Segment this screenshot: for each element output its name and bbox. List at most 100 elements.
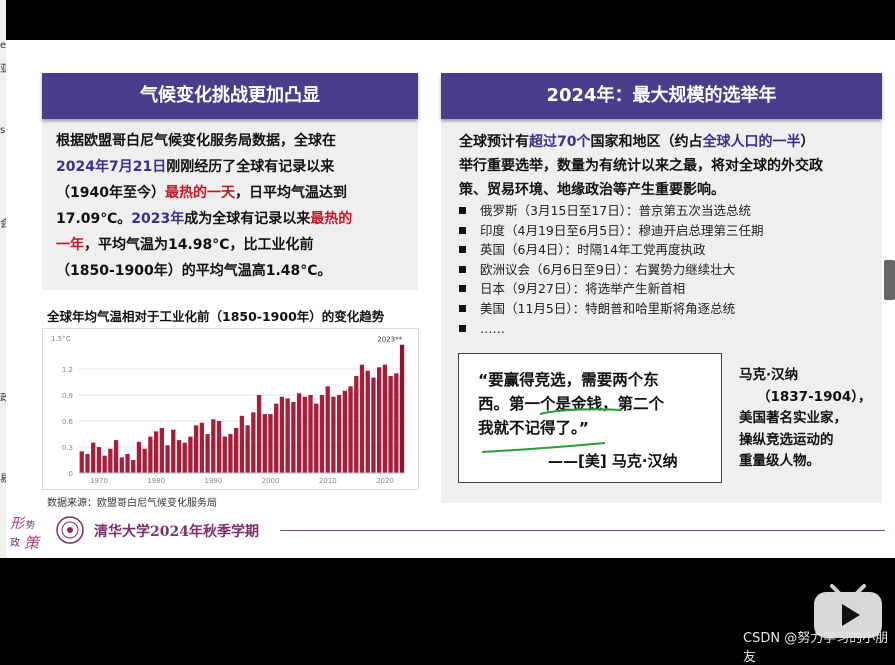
bullet-square-icon [459, 304, 466, 312]
list-item: 英国（6月4日）：时隔14年工党再度执政 [459, 240, 869, 260]
x-tick-label: 1980 [147, 477, 165, 485]
chart-bar [239, 415, 245, 473]
y-tick-label: 0 [69, 470, 73, 478]
chart-bar [228, 434, 233, 473]
chart-bar [399, 344, 405, 473]
x-tick-label: 2010 [319, 477, 337, 485]
chart-bar [234, 427, 239, 473]
chart-bar [96, 447, 102, 473]
chart-bar [216, 421, 222, 473]
chart-bar [302, 396, 307, 473]
chart-bar [262, 414, 267, 473]
chart-bar [251, 412, 256, 473]
chart-bar [296, 393, 302, 473]
chart-source: 数据来源：欧盟哥白尼气候变化服务局 [47, 498, 217, 509]
chart-bar [359, 364, 365, 473]
list-item: 日本（9月27日）：将选举产生新首相 [459, 279, 869, 299]
chart-bar [394, 373, 399, 473]
chart-bar [108, 448, 113, 473]
chart-title: 全球年均气温相对于工业化前（1850-1900年）的变化趋势 [47, 309, 385, 324]
chart-bar [342, 390, 348, 473]
chart-bar [188, 436, 193, 473]
scroll-handle[interactable] [884, 260, 895, 300]
chart-bar [348, 386, 353, 473]
chart-bar [85, 453, 90, 473]
x-tick-label: 2020 [376, 477, 394, 485]
chart-bar [291, 401, 296, 473]
svg-text:策: 策 [24, 534, 41, 552]
footer-divider [280, 530, 885, 531]
chart-bar [199, 422, 205, 473]
chart-bar [79, 451, 84, 473]
chart-bar [388, 375, 393, 473]
temperature-chart-svg: 1.2 0.9 0.6 0.3 0 1.5°C 1970 1980 1990 2000 2010 20… [51, 335, 405, 485]
election-header: 2024年：最大规模的选举年 [441, 73, 882, 119]
bullet-square-icon [459, 285, 466, 293]
chart-bar [125, 453, 130, 473]
chart-bar [142, 448, 147, 473]
chart-bar [222, 436, 227, 473]
y-tick-label: 0.3 [62, 444, 73, 452]
chart-bar [382, 364, 388, 473]
chart-bar [153, 431, 159, 473]
chart-bar [211, 419, 216, 473]
y-tick-label: 0.9 [62, 392, 73, 400]
chart-bar [159, 427, 164, 473]
bullet-square-icon [459, 246, 466, 254]
chart-bar [148, 436, 153, 473]
list-item: 俄罗斯（3月15日至17日）：普京第五次当选总统 [459, 201, 869, 221]
chart-annotation: 2023** [377, 336, 402, 344]
chart-bar [205, 434, 210, 473]
bullet-square-icon [459, 207, 466, 214]
chart-bar [113, 440, 119, 473]
bullet-square-icon [459, 265, 466, 273]
chart-bar [325, 386, 330, 473]
list-item: 印度（4月19日至6月5日）：穆迪开启总理第三任期 [459, 221, 869, 241]
x-tick-label: 2000 [262, 477, 280, 485]
chart-bar [91, 442, 96, 473]
chart-bar [268, 414, 273, 473]
hanna-bio: 马克·汉纳 （1837-1904）， 美国著名实业家， 操纵竞选运动的 重量级人… [739, 367, 872, 469]
chart-bar [371, 377, 376, 473]
course-logo-icon: 形 势 政 策 [10, 516, 41, 552]
list-item: …… [459, 319, 869, 339]
chart-bar [314, 403, 319, 473]
chart-bar [176, 440, 182, 473]
climate-header: 气候变化挑战更加凸显 [42, 73, 418, 119]
chart-bar [354, 375, 359, 473]
chart-bar [165, 445, 170, 473]
x-tick-label: 1990 [204, 477, 222, 485]
x-tick-label: 1970 [90, 477, 108, 485]
list-item: 美国（11月5日）：特朗普和哈里斯将角逐总统 [459, 299, 869, 319]
chart-bar [171, 429, 176, 473]
y-tick-label: 1.2 [62, 366, 73, 374]
svg-text:势: 势 [26, 519, 35, 531]
footer-semester-text: 清华大学2024年秋季学期 [94, 524, 259, 540]
y-unit-label: 1.5°C [51, 335, 71, 343]
temperature-chart: 1.2 0.9 0.6 0.3 0 1.5°C 1970 1980 1990 2000 2010 20… [42, 328, 419, 490]
chart-bar [274, 403, 279, 473]
bullet-square-icon [459, 324, 466, 332]
quote-author: ——[美] 马克·汉纳 [548, 452, 678, 470]
chart-bar [308, 395, 313, 473]
chart-bar [245, 425, 250, 473]
csdn-watermark: CSDN @努力学习的小朋友 [743, 631, 889, 665]
election-list: 俄罗斯（3月15日至17日）：普京第五次当选总统 印度（4月19日至6月5日）：… [459, 201, 869, 338]
chart-bar [256, 395, 262, 473]
chart-bar [102, 455, 107, 473]
video-top-bar [0, 0, 895, 40]
climate-paragraph: 根据欧盟哥白尼气候变化服务局数据，全球在 2024年7月21日刚刚经历了全球有记… [56, 133, 353, 279]
chart-bar [119, 457, 124, 473]
chart-bar [319, 395, 325, 473]
election-paragraph: 全球预计有超过70个国家和地区（约占全球人口的一半） 举行重要选举，数量为有统计… [459, 134, 823, 198]
left-edge-char: s [0, 125, 6, 136]
chart-bar [365, 370, 370, 473]
svg-text:政: 政 [10, 536, 20, 549]
chart-bar [131, 460, 136, 473]
chart-bar [182, 442, 187, 473]
svg-text:形: 形 [10, 516, 26, 532]
chart-bar [377, 367, 382, 473]
tsinghua-seal-icon [56, 516, 84, 544]
chart-bar [331, 396, 336, 473]
chart-bar [193, 425, 199, 473]
